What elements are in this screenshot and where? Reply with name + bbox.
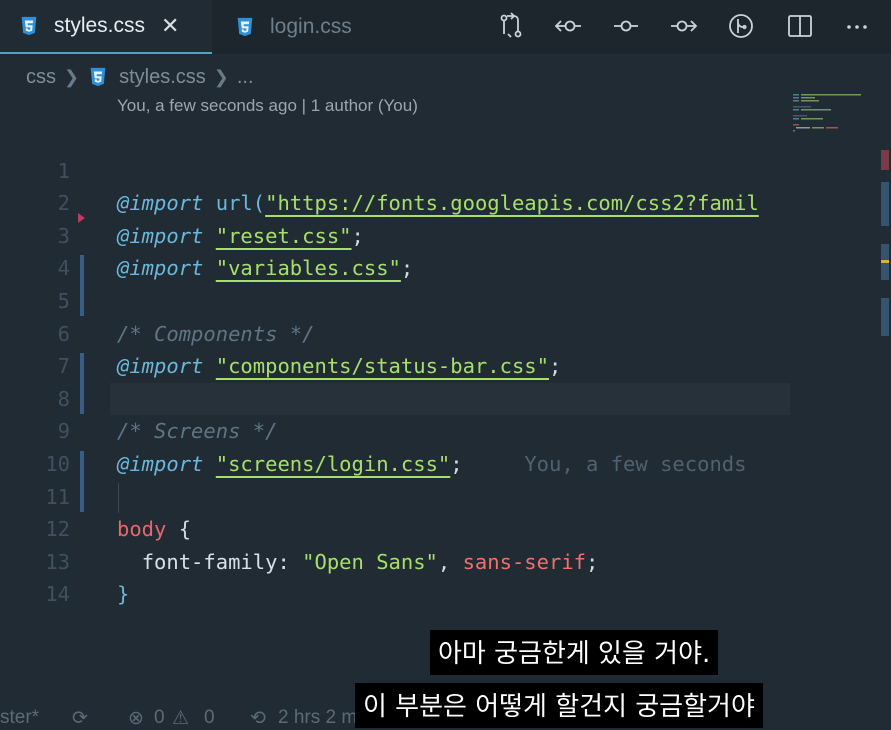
breadcrumb-more[interactable]: ... <box>237 66 254 89</box>
code-line: 13 } <box>0 513 790 607</box>
chevron-right-icon: ❯ <box>213 66 229 87</box>
code-line: 2 @import "reset.css"; <box>0 155 790 248</box>
minimap[interactable] <box>793 94 881 134</box>
branch-label[interactable]: ster* <box>0 707 39 729</box>
split-editor-icon[interactable] <box>786 12 814 40</box>
code-line: 10 <box>0 415 790 476</box>
next-change-icon[interactable] <box>670 12 698 40</box>
tab-styles-css[interactable]: styles.css ✕ <box>0 0 212 54</box>
scrollbar-cursor-marker <box>881 260 889 263</box>
code-line: 8 /* Screens */ <box>0 350 790 444</box>
code-line: 9 @import "screens/login.css"; You, a fe… <box>0 383 790 476</box>
code-line: 11 body { <box>0 448 790 542</box>
warning-icon[interactable]: ⚠ <box>172 707 189 730</box>
chevron-right-icon: ❯ <box>64 66 80 87</box>
code-line: 3 @import "variables.css"; <box>0 187 790 281</box>
token-brace: } <box>117 582 130 607</box>
css-file-icon <box>90 67 106 87</box>
error-count[interactable]: 0 <box>154 707 165 729</box>
subtitle-line-2: 이 부분은 어떻게 할건지 궁금할거야 <box>355 683 763 728</box>
tab-login-css[interactable]: login.css <box>212 0 412 54</box>
code-line: 7 <box>0 318 790 378</box>
warning-count[interactable]: 0 <box>204 707 215 729</box>
tab-label: login.css <box>270 15 352 38</box>
tab-bar: styles.css ✕ login.css <box>0 0 891 54</box>
scrollbar-marker <box>881 298 889 336</box>
previous-change-icon[interactable] <box>554 12 582 40</box>
scrollbar-marker <box>881 182 889 226</box>
close-icon[interactable]: ✕ <box>161 14 179 39</box>
code-line: 5 /* Components */ <box>0 252 790 346</box>
tab-label: styles.css <box>54 14 146 37</box>
more-actions-icon[interactable] <box>843 12 871 40</box>
git-graph-icon[interactable] <box>727 12 755 40</box>
error-icon[interactable]: ⊗ <box>128 707 144 730</box>
scrollbar-marker <box>881 150 889 170</box>
time-tracker[interactable]: 2 hrs 2 m <box>278 707 357 729</box>
code-line: 6 @import "components/status-bar.css"; <box>0 285 790 379</box>
codelens-blame[interactable]: You, a few seconds ago | 1 author (You) <box>117 96 418 116</box>
open-changes-icon[interactable] <box>497 12 525 40</box>
css-file-icon <box>237 17 253 37</box>
css-file-icon <box>21 16 37 36</box>
subtitle-line-1: 아마 궁금한게 있을 거야. <box>430 630 719 675</box>
line-number: 14 <box>45 582 70 607</box>
sync-icon[interactable]: ⟳ <box>72 707 88 730</box>
code-line: 1 @import url("https://fonts.googleapis.… <box>0 122 790 216</box>
breadcrumb-file[interactable]: styles.css <box>119 66 206 89</box>
breadcrumb: css ❯ styles.css ❯ ... <box>0 62 254 92</box>
indent-guide <box>118 483 119 513</box>
breadcrumb-folder[interactable]: css <box>26 66 56 89</box>
history-icon[interactable]: ⟲ <box>250 707 266 730</box>
code-line: 4 <box>0 220 790 280</box>
code-line: 14 <box>0 546 790 606</box>
git-commit-icon[interactable] <box>612 12 640 40</box>
